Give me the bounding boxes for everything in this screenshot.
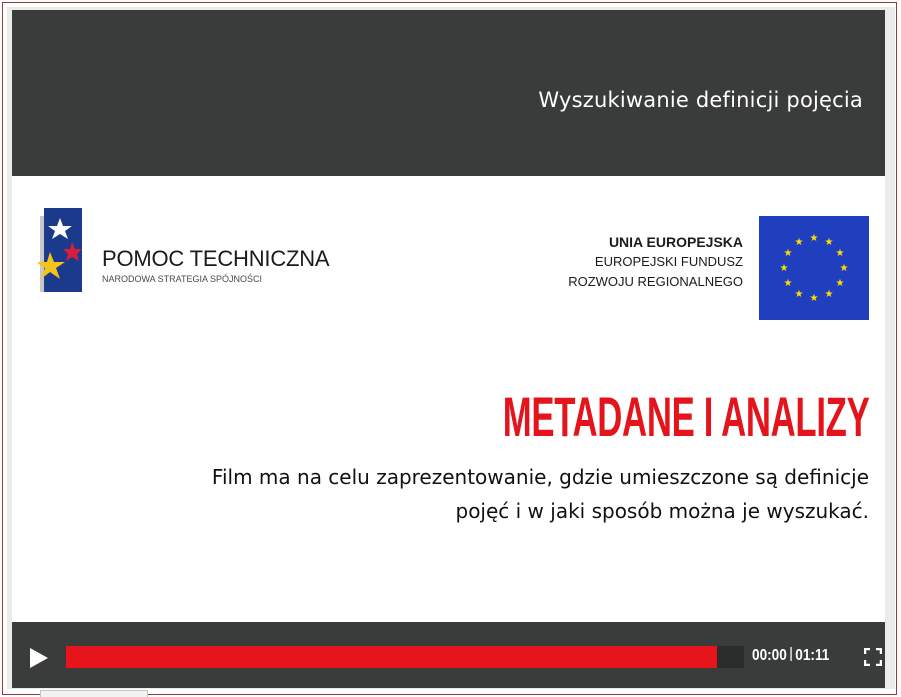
play-icon[interactable] [30,648,48,668]
slide-heading: METADANE I ANALIZY [502,385,869,448]
player-controls: 00:00 01:11 [12,622,885,688]
eu-star-icon: ★ [825,289,834,300]
fullscreen-icon[interactable] [864,648,882,666]
eu-star-icon: ★ [835,278,844,289]
time-display: 00:00 01:11 [752,647,829,665]
eu-star-icon: ★ [784,278,793,289]
eu-star-icon: ★ [840,263,849,274]
video-title: Wyszukiwanie definicji pojęcia [538,88,863,112]
bottom-tab[interactable] [40,690,148,697]
eu-star-icon: ★ [795,237,804,248]
progress-bar[interactable] [66,646,744,668]
progress-fill [66,646,717,668]
current-time: 00:00 [752,647,787,664]
eu-star-icon: ★ [780,263,789,274]
description-line-2: pojęć i w jaki sposób można je wyszukać. [455,499,870,523]
duration: 01:11 [795,647,830,664]
eu-line-3: ROZWOJU REGIONALNEGO [568,274,743,289]
eu-star-icon: ★ [795,289,804,300]
time-separator [790,647,792,661]
eu-star-icon: ★ [810,293,819,304]
pomoc-techniczna-flag-icon [38,208,82,292]
slide-content[interactable]: POMOC TECHNICZNA NARODOWA STRATEGIA SPÓJ… [12,176,885,622]
eu-logo: UNIA EUROPEJSKA EUROPEJSKI FUNDUSZ ROZWO… [529,216,869,320]
slide-description: Film ma na celu zaprezentowanie, gdzie u… [149,460,869,528]
pomoc-techniczna-label: POMOC TECHNICZNA [102,246,330,271]
eu-star-icon: ★ [825,237,834,248]
eu-star-icon: ★ [784,248,793,259]
eu-flag-icon: ★ ★★★★★★★★★★★ [759,216,869,320]
eu-star-icon: ★ [835,248,844,259]
description-line-1: Film ma na celu zaprezentowanie, gdzie u… [211,465,869,489]
eu-line-2: EUROPEJSKI FUNDUSZ [594,254,743,269]
eu-text: UNIA EUROPEJSKA EUROPEJSKI FUNDUSZ ROZWO… [568,232,743,292]
eu-star-icon: ★ [810,233,819,244]
player-header: Wyszukiwanie definicji pojęcia [12,10,885,176]
pomoc-techniczna-subtitle: NARODOWA STRATEGIA SPÓJNOŚCI [102,274,263,284]
eu-line-1: UNIA EUROPEJSKA [608,234,743,250]
